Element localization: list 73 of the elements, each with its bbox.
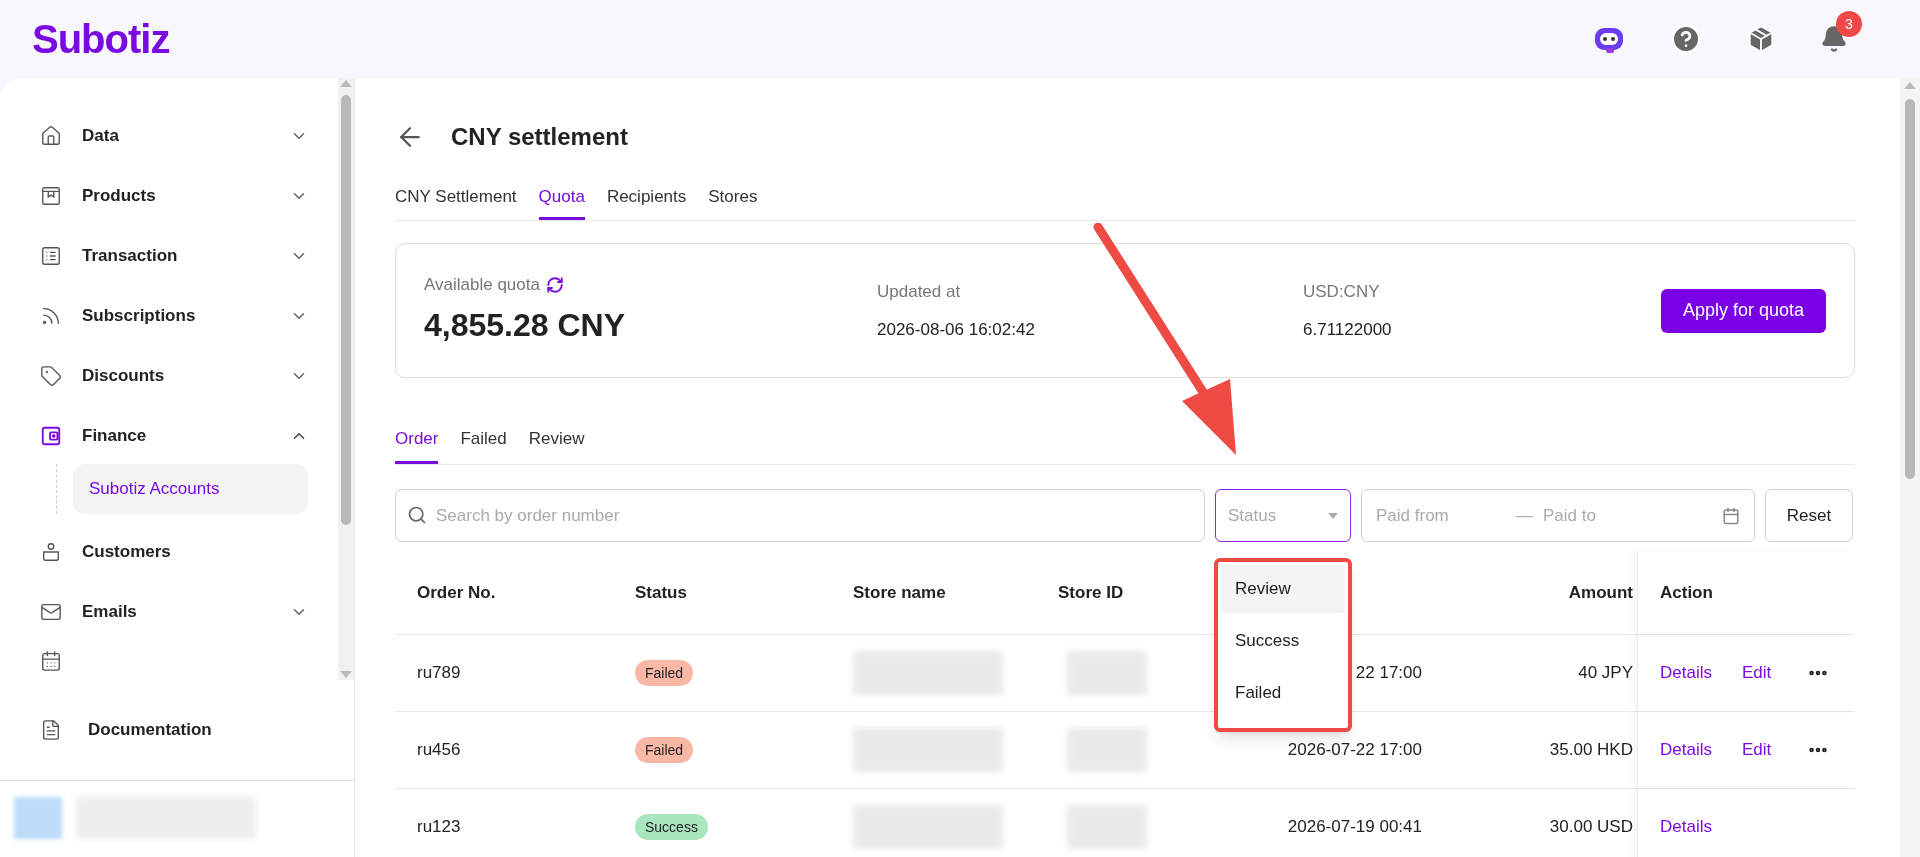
sidebar-item[interactable]: Data	[40, 114, 308, 158]
status-badge: Failed	[635, 737, 694, 764]
home-icon	[40, 125, 62, 147]
search-icon	[407, 505, 427, 525]
date-from-field[interactable]: Paid from	[1376, 502, 1516, 529]
help-icon[interactable]	[1670, 23, 1702, 55]
table-cell-text: 2026-07-19 00:41	[1286, 816, 1422, 839]
person-icon	[40, 541, 62, 563]
table-cell-text: 40 JPY	[1577, 662, 1634, 685]
package-icon[interactable]	[1746, 24, 1776, 54]
sidebar-item[interactable]: Emails	[40, 590, 308, 634]
search-field[interactable]: Search by order number	[395, 489, 1205, 542]
action-link[interactable]: Details	[1660, 814, 1712, 840]
tab[interactable]: Failed	[460, 416, 507, 464]
document-icon	[40, 719, 62, 741]
table-cell-text: 30.00 USD	[1548, 816, 1634, 839]
documentation-link[interactable]: Documentation	[0, 700, 354, 760]
action-link[interactable]: Edit	[1741, 737, 1772, 763]
page-title: CNY settlement	[451, 122, 628, 152]
apply-button[interactable]: Apply for quota	[1660, 288, 1826, 333]
column-header: Order No.	[416, 581, 497, 604]
tab[interactable]: Order	[395, 416, 439, 464]
sidebar-item[interactable]: Finance	[40, 414, 308, 458]
column-header: Status	[634, 581, 688, 604]
list-icon	[40, 245, 62, 267]
sidebar-item[interactable]: Customers	[40, 530, 308, 574]
sidebar-item[interactable]: Products	[40, 174, 308, 218]
sidebar-item[interactable]: Subscriptions	[40, 294, 308, 338]
action-link[interactable]: Details	[1660, 660, 1712, 686]
action-link[interactable]: Details	[1660, 737, 1712, 763]
reset-button[interactable]: Reset	[1765, 489, 1853, 542]
updated-value: 2026-08-06 16:02:42	[877, 318, 1036, 341]
column-header: Action	[1660, 581, 1713, 604]
status-badge: Failed	[635, 660, 694, 687]
table-cell-text: 22 17:00	[1354, 662, 1422, 685]
sidebar-subitem[interactable]: Subotiz Accounts	[73, 464, 308, 514]
updated-label: Updated at	[877, 281, 962, 303]
dropdown-option[interactable]: Review	[1221, 565, 1345, 613]
quota-label: Available quota	[424, 273, 540, 296]
date-to-field[interactable]: Paid to	[1543, 502, 1683, 529]
scrollbar-thumb[interactable]	[1905, 99, 1915, 479]
dropdown-caret-icon	[1328, 512, 1338, 519]
table-cell-text: ru123	[416, 816, 462, 839]
bookmark-box-icon	[40, 185, 62, 207]
tab[interactable]: Review	[528, 416, 585, 464]
rss-icon	[40, 305, 62, 327]
table-cell-text: ru789	[416, 662, 462, 685]
tab[interactable]: Recipients	[606, 178, 687, 220]
logo[interactable]: Subotiz	[32, 9, 170, 69]
wallet-icon	[40, 425, 62, 447]
mail-icon	[40, 601, 62, 623]
calendar-icon	[1722, 506, 1740, 525]
scrollbar-thumb[interactable]	[341, 95, 351, 525]
sidebar-item[interactable]: Transaction	[40, 234, 308, 278]
table-cell-text: ru456	[416, 739, 462, 762]
tab[interactable]: CNY Settlement	[395, 178, 517, 220]
column-header: Amount	[1567, 581, 1634, 604]
calendar-icon	[40, 650, 62, 672]
sidebar-item[interactable]: Discounts	[40, 354, 308, 398]
tab[interactable]: Quota	[538, 178, 585, 220]
rate-label: USD:CNY	[1303, 281, 1381, 303]
rate-value: 6.71122000	[1303, 318, 1392, 341]
table-cell-text: 35.00 HKD	[1548, 739, 1634, 762]
quota-value: 4,855.28 CNY	[424, 306, 626, 346]
status-badge: Success	[635, 814, 708, 841]
range-separator: —	[1516, 504, 1533, 527]
tab[interactable]: Stores	[708, 178, 758, 220]
column-header: Store name	[852, 581, 947, 604]
action-link[interactable]: Edit	[1741, 660, 1772, 686]
tag-icon	[40, 365, 62, 387]
notification-badge: 3	[1836, 11, 1862, 37]
refresh-icon[interactable]	[545, 275, 564, 294]
table-cell-text: 2026-07-22 17:00	[1286, 739, 1422, 762]
